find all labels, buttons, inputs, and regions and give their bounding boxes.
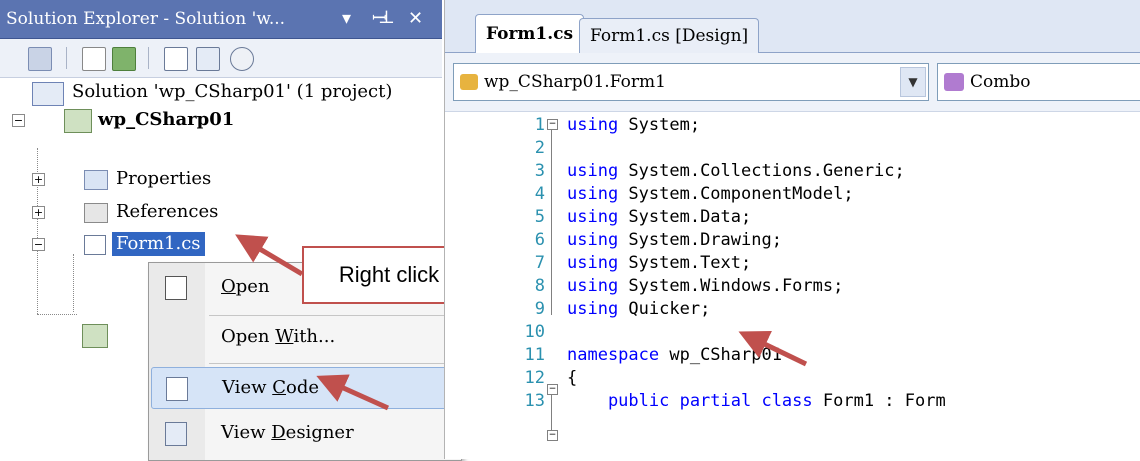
collapse-icon[interactable]: − [32, 238, 45, 251]
member-combo[interactable]: Combo [937, 63, 1140, 101]
menu-item-view-designer[interactable]: View Designer [151, 413, 457, 453]
line-number: 7 [534, 253, 545, 273]
expand-icon[interactable]: + [32, 206, 45, 219]
refresh-icon[interactable] [112, 47, 136, 71]
code-area[interactable]: − − − 1 using System; 2 3 using System.Colle… [445, 112, 1140, 459]
window-position-dropdown-icon[interactable]: ▾ [342, 0, 351, 38]
code-text: using System.Windows.Forms; [567, 276, 844, 296]
line-number: 12 [524, 368, 545, 388]
code-line: 13 public partial class Form1 : Form [445, 390, 1140, 413]
class-diagram-icon[interactable] [230, 47, 254, 71]
code-line: 12 { [445, 367, 1140, 390]
tab-form1-design[interactable]: Form1.cs [Design] [579, 18, 760, 53]
solution-explorer-title: Solution Explorer - Solution 'w... [6, 9, 286, 29]
view-designer-icon[interactable] [196, 47, 220, 71]
properties-label: Properties [116, 168, 212, 189]
code-line: 1 using System; [445, 114, 1140, 137]
properties-icon[interactable] [28, 47, 52, 71]
menu-item-view-code[interactable]: View Code [151, 367, 459, 409]
line-number: 10 [524, 322, 545, 342]
navigation-bar: wp_CSharp01.Form1 ▼ Combo [445, 53, 1140, 112]
form1-label-selected: Form1.cs [112, 232, 205, 256]
code-text: using System.Text; [567, 253, 752, 273]
pin-stem: ⊥ [378, 7, 395, 28]
code-line: 9 using Quicker; [445, 298, 1140, 321]
code-text: public partial class Form1 : Form [567, 391, 946, 411]
line-number: 11 [524, 345, 545, 365]
collapse-icon[interactable]: − [12, 114, 25, 127]
code-text: using System.Drawing; [567, 230, 782, 250]
view-code-label: View Code [222, 377, 320, 398]
show-all-files-icon[interactable] [82, 47, 106, 71]
view-designer-label: View Designer [221, 422, 354, 443]
menu-separator [209, 363, 455, 364]
code-text: using System.Data; [567, 207, 752, 227]
line-number: 5 [534, 207, 545, 227]
code-text: { [567, 368, 578, 388]
code-line: 6 using System.Drawing; [445, 229, 1140, 252]
code-line: 4 using System.ComponentModel; [445, 183, 1140, 206]
code-line: 11 namespace wp_CSharp01 [445, 344, 1140, 367]
tab-form1-cs[interactable]: Form1.cs [475, 14, 585, 53]
csharp-file-icon [82, 324, 108, 348]
code-text: using Quicker; [567, 299, 711, 319]
line-number: 1 [534, 115, 545, 135]
menu-separator [209, 315, 455, 316]
csharp-project-icon [64, 109, 92, 133]
document-tabstrip: Form1.cs Form1.cs [Design] [445, 0, 1140, 53]
line-number: 6 [534, 230, 545, 250]
member-combo-value: Combo [970, 72, 1031, 92]
open-file-icon [165, 276, 187, 300]
line-number: 8 [534, 276, 545, 296]
class-icon [460, 74, 478, 90]
properties-folder-icon [84, 170, 108, 190]
solution-explorer-title-bar: Solution Explorer - Solution 'w... ▾ ꟷ ⊥… [0, 0, 442, 39]
code-text: using System; [567, 115, 701, 135]
code-line: 5 using System.Data; [445, 206, 1140, 229]
code-line: 8 using System.Windows.Forms; [445, 275, 1140, 298]
line-number: 2 [534, 138, 545, 158]
view-designer-icon [165, 422, 187, 446]
code-text: using System.Collections.Generic; [567, 161, 905, 181]
code-line: 7 using System.Text; [445, 252, 1140, 275]
method-icon [944, 73, 964, 91]
toolbar-separator [66, 47, 67, 69]
type-combo[interactable]: wp_CSharp01.Form1 ▼ [453, 63, 929, 101]
code-line: 10 [445, 321, 1140, 344]
code-editor: Form1.cs Form1.cs [Design] wp_CSharp01.F… [444, 0, 1140, 459]
form-file-icon [84, 235, 106, 255]
line-number: 13 [524, 391, 545, 411]
type-combo-value: wp_CSharp01.Form1 [484, 72, 666, 92]
chevron-down-icon[interactable]: ▼ [900, 67, 926, 97]
code-text: using System.ComponentModel; [567, 184, 854, 204]
solution-explorer-toolbar [0, 39, 442, 78]
view-code-icon[interactable] [164, 47, 188, 71]
tree-guide-line [73, 254, 74, 312]
line-number: 4 [534, 184, 545, 204]
line-number: 9 [534, 299, 545, 319]
solution-icon [32, 82, 64, 106]
project-label: wp_CSharp01 [98, 109, 235, 130]
references-label: References [116, 201, 219, 222]
code-line: 2 [445, 137, 1140, 160]
solution-label: Solution 'wp_CSharp01' (1 project) [72, 81, 393, 102]
code-text: namespace wp_CSharp01 [567, 345, 782, 365]
toolbar-separator [148, 47, 149, 69]
open-label: Open [221, 276, 270, 297]
line-number: 3 [534, 161, 545, 181]
menu-item-open-with[interactable]: Open With... [151, 317, 457, 357]
references-folder-icon [84, 203, 108, 223]
tree-guide-line [37, 314, 77, 315]
collapse-region-icon[interactable]: − [547, 430, 558, 441]
view-code-icon [166, 377, 188, 401]
close-icon[interactable]: ✕ [408, 0, 423, 38]
expand-icon[interactable]: + [32, 173, 45, 186]
code-line: 3 using System.Collections.Generic; [445, 160, 1140, 183]
open-with-label: Open With... [221, 326, 336, 347]
